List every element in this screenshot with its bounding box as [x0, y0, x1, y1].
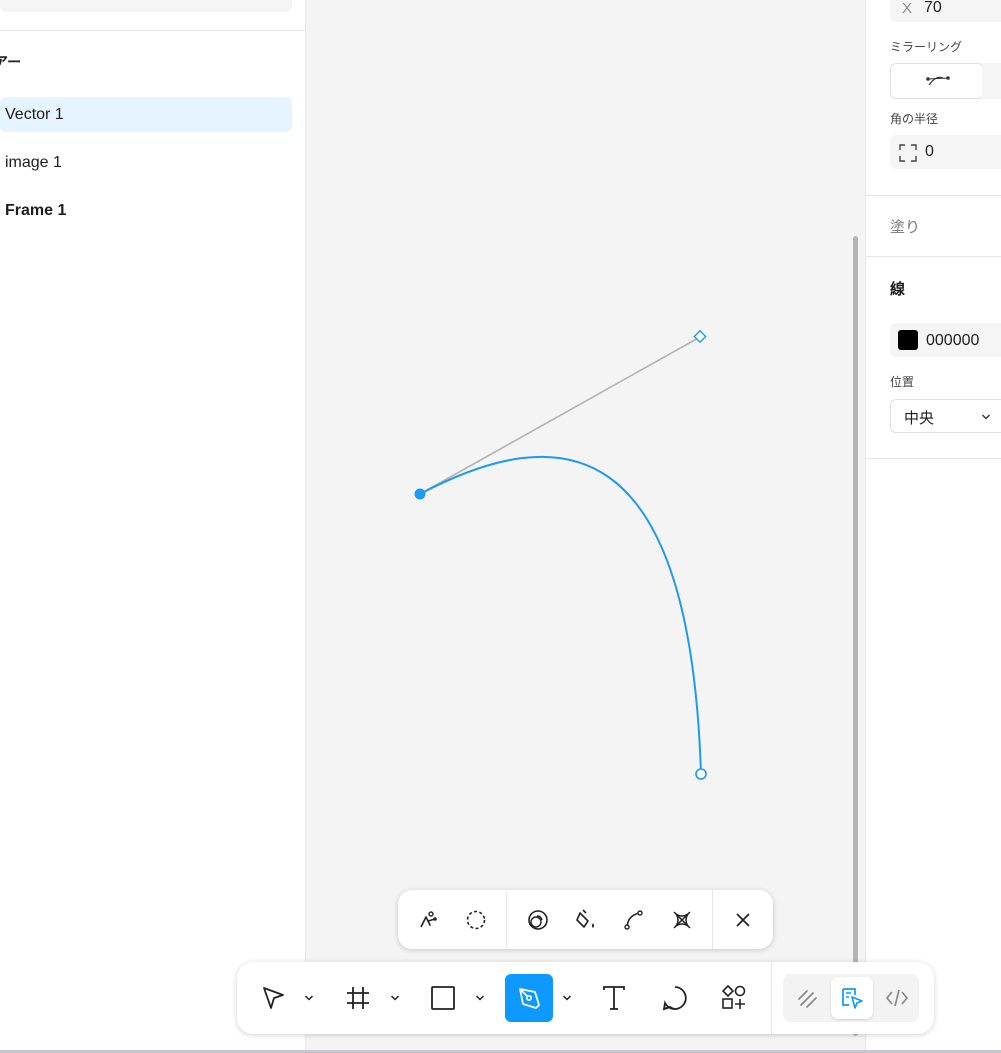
draw-mode-button[interactable] — [788, 978, 828, 1018]
dev-mode-button[interactable] — [877, 978, 917, 1018]
bend-tool-icon[interactable] — [412, 904, 444, 936]
properties-panel: X 70 ミラーリング 角の半径 0 塗り 線 000000 位置 中央 — [865, 0, 1001, 1050]
pen-tool-button[interactable] — [505, 974, 553, 1022]
x-value: 70 — [924, 0, 942, 16]
dev-mode-icon — [886, 989, 908, 1007]
text-icon[interactable] — [596, 980, 632, 1016]
stroke-color-swatch[interactable] — [898, 330, 918, 350]
frame-icon[interactable] — [340, 980, 376, 1016]
x-label: X — [902, 0, 913, 17]
chevron-down-icon[interactable] — [390, 994, 400, 1002]
toolbar-separator — [712, 890, 713, 949]
chevron-down-icon[interactable] — [562, 994, 572, 1002]
close-icon[interactable] — [727, 904, 759, 936]
main-toolbar — [237, 962, 934, 1034]
fill-section-title: 塗り — [890, 219, 921, 236]
divider — [866, 256, 1001, 257]
x-position-field[interactable]: X 70 — [890, 0, 1001, 22]
draw-icon — [798, 990, 817, 1008]
corner-radius-label: 角の半径 — [890, 112, 939, 126]
stroke-color-hex: 000000 — [926, 332, 980, 349]
stroke-position-value: 中央 — [904, 410, 935, 427]
bezier-handle-line — [419, 336, 701, 495]
corner-radius-value: 0 — [925, 143, 934, 160]
cut-icon[interactable] — [666, 904, 698, 936]
stroke-color-field[interactable]: 000000 — [890, 323, 1001, 357]
toolbar-separator — [771, 962, 772, 1034]
divider — [866, 458, 1001, 459]
vector-edit-toolbar — [398, 890, 773, 949]
components-icon[interactable] — [716, 980, 752, 1016]
bezier-handle-point — [693, 329, 707, 344]
chevron-down-icon[interactable] — [304, 994, 314, 1002]
stroke-section-title: 線 — [890, 281, 906, 298]
canvas-scrollbar[interactable] — [853, 236, 858, 1036]
mirroring-icon — [926, 76, 950, 86]
mirroring-label: ミラーリング — [890, 40, 963, 54]
corner-radius-field[interactable]: 0 — [890, 135, 1001, 169]
vector-path — [419, 455, 702, 775]
comment-icon[interactable] — [657, 980, 693, 1016]
shape-builder-icon[interactable] — [522, 904, 554, 936]
corner-radius-icon — [899, 144, 917, 162]
design-mode-icon — [842, 988, 863, 1009]
lasso-icon[interactable] — [460, 904, 492, 936]
stroke-position-select[interactable]: 中央 — [890, 399, 1001, 433]
design-mode-button[interactable] — [831, 977, 873, 1019]
position-label: 位置 — [890, 375, 915, 389]
curve-icon[interactable] — [618, 904, 650, 936]
anchor-point-selected — [414, 488, 426, 500]
rectangle-icon[interactable] — [425, 980, 461, 1016]
anchor-point-end — [695, 768, 707, 780]
divider — [866, 195, 1001, 196]
toolbar-separator — [506, 890, 507, 949]
chevron-down-icon[interactable] — [475, 994, 485, 1002]
paint-bucket-icon[interactable] — [570, 904, 602, 936]
mirroring-option[interactable] — [982, 63, 1001, 99]
move-icon[interactable] — [255, 980, 291, 1016]
mirroring-option-selected[interactable] — [890, 63, 984, 99]
pen-icon — [519, 988, 540, 1009]
chevron-down-icon — [982, 414, 990, 420]
